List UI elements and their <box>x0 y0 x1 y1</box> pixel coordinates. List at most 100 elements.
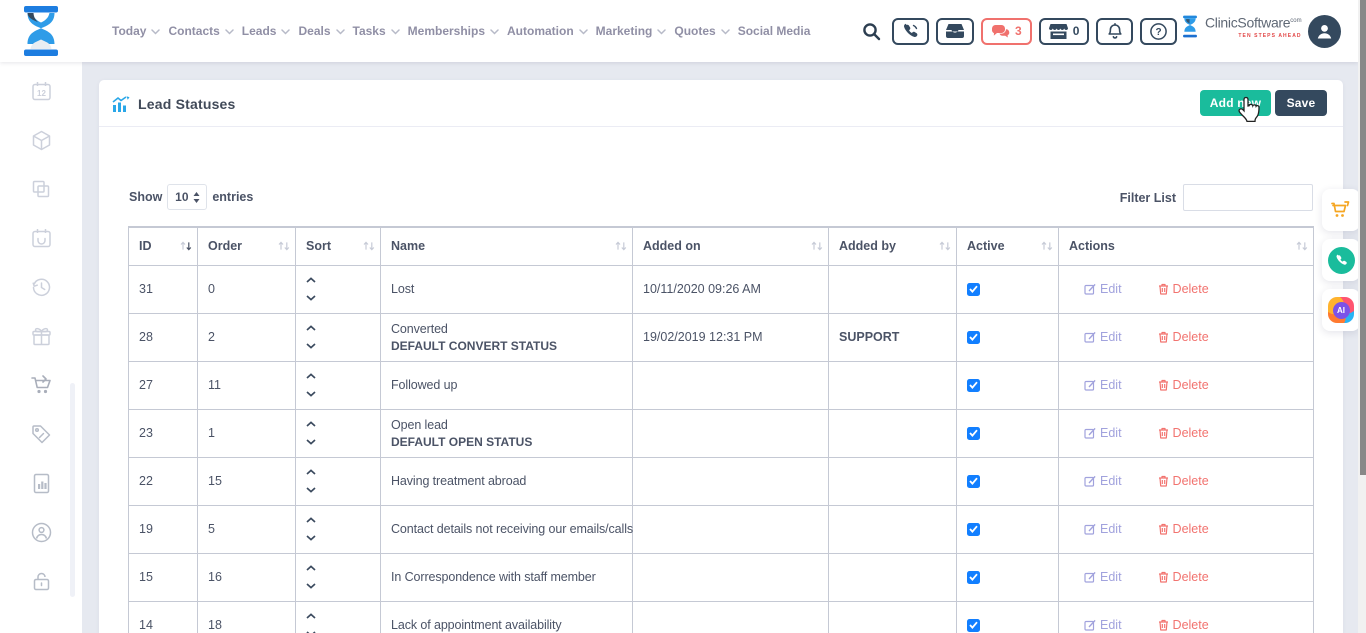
edit-link[interactable]: Edit <box>1084 330 1122 344</box>
edit-link[interactable]: Edit <box>1084 474 1122 488</box>
cell-added-by <box>829 457 957 505</box>
edit-link[interactable]: Edit <box>1084 378 1122 392</box>
nav-item-leads[interactable]: Leads <box>242 24 291 38</box>
cell-sort <box>296 457 381 505</box>
active-checkbox[interactable] <box>967 331 980 344</box>
move-down-icon[interactable] <box>306 583 316 589</box>
nav-item-tasks[interactable]: Tasks <box>353 24 400 38</box>
edit-link[interactable]: Edit <box>1084 282 1122 296</box>
col-header-added-on[interactable]: Added on <box>633 227 829 265</box>
sidebar-tags-icon[interactable] <box>29 422 53 446</box>
active-checkbox[interactable] <box>967 427 980 440</box>
move-down-icon[interactable] <box>306 295 316 301</box>
phone-widget[interactable] <box>1322 239 1360 281</box>
filter-input[interactable] <box>1183 184 1313 211</box>
move-up-icon[interactable] <box>306 613 316 619</box>
delete-link[interactable]: Delete <box>1158 282 1209 296</box>
delete-link[interactable]: Delete <box>1158 618 1209 632</box>
inbox-button[interactable] <box>936 18 974 45</box>
phone-button[interactable] <box>892 18 929 45</box>
move-up-icon[interactable] <box>306 277 316 283</box>
page-scrollbar-track[interactable] <box>1358 0 1366 633</box>
page-size-select[interactable]: 10 <box>167 184 207 210</box>
edit-link[interactable]: Edit <box>1084 426 1122 440</box>
delete-link[interactable]: Delete <box>1158 330 1209 344</box>
move-up-icon[interactable] <box>306 565 316 571</box>
sidebar-cube-icon[interactable] <box>29 128 53 152</box>
nav-item-quotes[interactable]: Quotes <box>674 24 729 38</box>
cell-actions: Edit Delete <box>1059 409 1314 457</box>
delete-link[interactable]: Delete <box>1158 570 1209 584</box>
active-checkbox[interactable] <box>967 475 980 488</box>
chat-button[interactable]: 3 <box>981 18 1032 45</box>
edit-link[interactable]: Edit <box>1084 570 1122 584</box>
user-avatar[interactable] <box>1308 15 1341 48</box>
move-up-icon[interactable] <box>306 325 316 331</box>
move-up-icon[interactable] <box>306 517 316 523</box>
sort-arrows-icon <box>811 241 823 251</box>
move-down-icon[interactable] <box>306 391 316 397</box>
move-up-icon[interactable] <box>306 373 316 379</box>
nav-item-today[interactable]: Today <box>112 24 160 38</box>
page-scrollbar-thumb[interactable] <box>1360 0 1366 475</box>
brand-logo[interactable]: ClinicSoftwarecom TEN STEPS AHEAD <box>1180 13 1302 40</box>
edit-icon <box>1084 331 1096 343</box>
ai-widget[interactable]: AI <box>1322 289 1360 331</box>
nav-item-marketing[interactable]: Marketing <box>596 24 667 38</box>
col-header-sort[interactable]: Sort <box>296 227 381 265</box>
active-checkbox[interactable] <box>967 283 980 296</box>
sidebar-calendar-icon[interactable]: 12 <box>29 79 53 103</box>
active-checkbox[interactable] <box>967 523 980 536</box>
active-checkbox[interactable] <box>967 379 980 392</box>
nav-item-deals[interactable]: Deals <box>298 24 344 38</box>
table-header-row: IDOrderSortNameAdded onAdded byActiveAct… <box>129 227 1314 265</box>
cell-sort <box>296 313 381 361</box>
search-icon[interactable] <box>862 22 881 41</box>
help-button[interactable]: ? <box>1140 18 1177 45</box>
active-checkbox[interactable] <box>967 571 980 584</box>
move-down-icon[interactable] <box>306 535 316 541</box>
nav-item-memberships[interactable]: Memberships <box>408 24 499 38</box>
move-up-icon[interactable] <box>306 421 316 427</box>
delete-link[interactable]: Delete <box>1158 426 1209 440</box>
nav-item-automation[interactable]: Automation <box>507 24 588 38</box>
sidebar-gift-icon[interactable] <box>29 324 53 348</box>
sidebar-calendar-check-icon[interactable] <box>29 226 53 250</box>
sidebar-person-clock-icon[interactable] <box>29 520 53 544</box>
table-row: 15 16 In Correspondence with staff membe… <box>129 553 1314 601</box>
sidebar-lock-icon[interactable] <box>29 569 53 593</box>
sidebar-report-icon[interactable] <box>29 471 53 495</box>
move-down-icon[interactable] <box>306 343 316 349</box>
move-up-icon[interactable] <box>306 469 316 475</box>
app-logo-icon[interactable] <box>18 5 64 57</box>
nav-item-contacts[interactable]: Contacts <box>168 24 233 38</box>
col-header-name[interactable]: Name <box>381 227 633 265</box>
col-header-active[interactable]: Active <box>957 227 1059 265</box>
edit-link[interactable]: Edit <box>1084 618 1122 632</box>
delete-link[interactable]: Delete <box>1158 474 1209 488</box>
nav-item-social-media[interactable]: Social Media <box>738 24 811 38</box>
save-button[interactable]: Save <box>1275 90 1327 116</box>
sidebar-scrollbar[interactable] <box>70 383 75 597</box>
delete-link[interactable]: Delete <box>1158 522 1209 536</box>
col-header-order[interactable]: Order <box>198 227 296 265</box>
move-down-icon[interactable] <box>306 439 316 445</box>
move-down-icon[interactable] <box>306 487 316 493</box>
chevron-down-icon <box>281 29 290 35</box>
edit-link[interactable]: Edit <box>1084 522 1122 536</box>
chevron-down-icon <box>721 29 730 35</box>
store-button[interactable]: 0 <box>1039 18 1090 45</box>
sidebar-copy-icon[interactable] <box>29 177 53 201</box>
notifications-button[interactable] <box>1096 18 1133 45</box>
sidebar-cart-icon[interactable] <box>29 373 53 397</box>
col-header-added-by[interactable]: Added by <box>829 227 957 265</box>
sidebar-history-icon[interactable] <box>29 275 53 299</box>
page-size-value: 10 <box>175 190 188 204</box>
cart-widget[interactable] <box>1322 189 1360 231</box>
col-header-actions[interactable]: Actions <box>1059 227 1314 265</box>
delete-link[interactable]: Delete <box>1158 378 1209 392</box>
col-header-id[interactable]: ID <box>129 227 198 265</box>
active-checkbox[interactable] <box>967 619 980 632</box>
user-icon <box>1315 22 1334 41</box>
cart-widget-icon <box>1330 199 1352 221</box>
